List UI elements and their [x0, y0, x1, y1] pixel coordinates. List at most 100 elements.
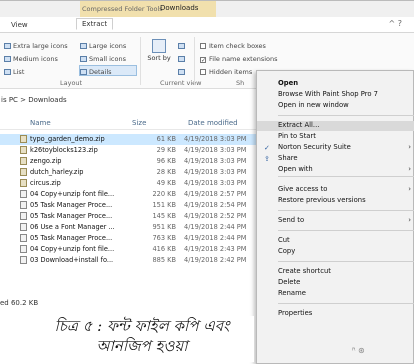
norton-check-icon: ✓	[264, 144, 270, 152]
zip-file-icon	[20, 179, 27, 187]
ribbon-divider	[140, 37, 141, 85]
caption-line-2: আনজিপ হওয়া	[96, 337, 188, 355]
file-row[interactable]: 05 Task Manager Proce... 145 KB 4/19/2018 …	[0, 211, 256, 222]
view-icon	[4, 69, 11, 75]
menu-separator	[278, 230, 414, 231]
file-row[interactable]: 05 Task Manager Proce... 151 KB 4/19/2018 …	[0, 200, 256, 211]
sort-by-button[interactable]: Sort by	[146, 39, 172, 62]
item-check-boxes-checkbox[interactable]: Item check boxes	[200, 42, 266, 50]
menu-item-label: Delete	[278, 278, 301, 286]
menu-item-delete[interactable]: Delete	[257, 278, 414, 288]
size-columns-icon[interactable]	[178, 68, 187, 76]
menu-item-cut[interactable]: Cut	[257, 236, 414, 246]
menu-item-rename[interactable]: Rename	[257, 289, 414, 299]
large-icons-option[interactable]: Large icons	[80, 42, 126, 50]
extra-large-icons-option[interactable]: Extra large icons	[4, 42, 68, 50]
medium-icons-option[interactable]: Medium icons	[4, 55, 58, 63]
column-header-size[interactable]: Size	[132, 119, 146, 127]
menu-item-share[interactable]: ⇪ Share	[257, 154, 414, 164]
file-row[interactable]: k26toyblocks123.zip 29 KB 4/19/2018 3:03 P…	[0, 145, 256, 156]
file-row[interactable]: dutch_harley.zip 28 KB 4/19/2018 3:03 PM	[0, 167, 256, 178]
file-row[interactable]: circus.zip 49 KB 4/19/2018 3:03 PM	[0, 178, 256, 189]
menu-item-label: Restore previous versions	[278, 196, 366, 204]
layout-group-label: Layout	[60, 79, 83, 87]
list-option[interactable]: List	[4, 68, 24, 76]
chevron-right-icon: ›	[408, 216, 411, 224]
add-columns-icon[interactable]	[178, 55, 187, 63]
file-row[interactable]: zengo.zip 96 KB 4/19/2018 3:03 PM	[0, 156, 256, 167]
details-option[interactable]: Details	[80, 68, 112, 76]
tab-view[interactable]: View	[6, 20, 33, 30]
menu-item-label: Open	[278, 79, 299, 87]
menu-item-copy[interactable]: Copy	[257, 247, 414, 257]
tab-extract[interactable]: Extract	[76, 18, 114, 30]
menu-item-extract-all[interactable]: Extract All...	[257, 121, 414, 131]
image-file-icon	[20, 212, 27, 220]
file-row[interactable]: 03 Download+install fo... 885 KB 4/19/2018…	[0, 255, 256, 266]
menu-item-label: Cut	[278, 236, 290, 244]
view-icon	[80, 56, 87, 62]
menu-item-open[interactable]: Open	[257, 79, 414, 89]
menu-separator	[278, 303, 414, 304]
menu-item-properties[interactable]: Properties	[257, 309, 414, 319]
zip-file-icon	[20, 157, 27, 165]
view-icon	[4, 56, 11, 62]
chevron-right-icon: ›	[408, 165, 411, 173]
group-by-icon[interactable]	[178, 42, 187, 50]
ribbon-tabs: View Extract ^ ?	[0, 17, 414, 33]
file-row[interactable]: 04 Copy+unzip font file... 416 KB 4/19/201…	[0, 244, 256, 255]
menu-item-label: Create shortcut	[278, 267, 331, 275]
file-row[interactable]: 06 Use a Font Manager ... 951 KB 4/19/2018…	[0, 222, 256, 233]
menu-item-open-with[interactable]: Open with ›	[257, 165, 414, 175]
share-icon: ⇪	[264, 155, 270, 163]
menu-item-label: Open in new window	[278, 101, 349, 109]
menu-item-label: Send to	[278, 216, 305, 224]
menu-separator	[278, 210, 414, 211]
hidden-items-checkbox[interactable]: Hidden items	[200, 68, 252, 76]
image-file-icon	[20, 256, 27, 264]
menu-item-label: Extract All...	[278, 121, 320, 129]
image-file-icon	[20, 245, 27, 253]
small-icons-option[interactable]: Small icons	[80, 55, 126, 63]
file-row[interactable]: 04 Copy+unzip font file... 220 KB 4/19/201…	[0, 189, 256, 200]
menu-item-label: Give access to	[278, 185, 328, 193]
current-view-group-label: Current view	[160, 79, 202, 87]
menu-item-open-in-new-window[interactable]: Open in new window	[257, 101, 414, 111]
file-row[interactable]: 05 Task Manager Proce... 763 KB 4/19/2018 …	[0, 233, 256, 244]
chevron-right-icon: ›	[408, 143, 411, 151]
menu-item-label: Pin to Start	[278, 132, 316, 140]
menu-item-pin-to-start[interactable]: Pin to Start	[257, 132, 414, 142]
menu-item-label: Share	[278, 154, 298, 162]
file-name-extensions-checkbox[interactable]: ✓ File name extensions	[200, 55, 278, 64]
menu-item-label: Browse With Paint Shop Pro 7	[278, 90, 379, 98]
title-bar: Compressed Folder Tools Downloads	[0, 1, 414, 17]
column-header-date[interactable]: Date modified	[188, 119, 238, 127]
chevron-right-icon: ›	[408, 185, 411, 193]
menu-item-browse-with-paint-shop-pro-7[interactable]: Browse With Paint Shop Pro 7	[257, 90, 414, 100]
menu-separator	[278, 176, 414, 177]
contextual-tab-label[interactable]: Compressed Folder Tools	[82, 5, 163, 13]
menu-item-restore-previous-versions[interactable]: Restore previous versions	[257, 196, 414, 206]
menu-item-norton-security-suite[interactable]: ✓ Norton Security Suite ›	[257, 143, 414, 153]
menu-item-create-shortcut[interactable]: Create shortcut	[257, 267, 414, 277]
menu-item-give-access-to[interactable]: Give access to ›	[257, 185, 414, 195]
menu-separator	[278, 115, 414, 116]
column-header-name[interactable]: Name	[30, 119, 51, 127]
menu-item-label: Copy	[278, 247, 296, 255]
file-list: typo_garden_demo.zip 61 KB 4/19/2018 3:03 …	[0, 134, 256, 266]
zip-file-icon	[20, 135, 27, 143]
image-file-icon	[20, 201, 27, 209]
zip-file-icon	[20, 146, 27, 154]
status-bar: ed 60.2 KB	[0, 299, 39, 307]
window-title: Downloads	[160, 4, 199, 12]
help-icon[interactable]: ^ ?	[389, 19, 403, 28]
taskbar-tray-icons: ᴿ ⊛	[352, 346, 365, 355]
menu-separator	[278, 261, 414, 262]
caption-line-1: চিত্র ৫ : ফন্ট ফাইল কপি এবং	[54, 317, 230, 335]
zip-file-icon	[20, 168, 27, 176]
file-row[interactable]: typo_garden_demo.zip 61 KB 4/19/2018 3:03 …	[0, 134, 256, 145]
show-hide-group-label: Sh	[236, 79, 245, 87]
context-menu: Open Browse With Paint Shop Pro 7 Open in …	[256, 70, 414, 364]
menu-item-send-to[interactable]: Send to ›	[257, 216, 414, 226]
sort-icon	[152, 39, 166, 53]
